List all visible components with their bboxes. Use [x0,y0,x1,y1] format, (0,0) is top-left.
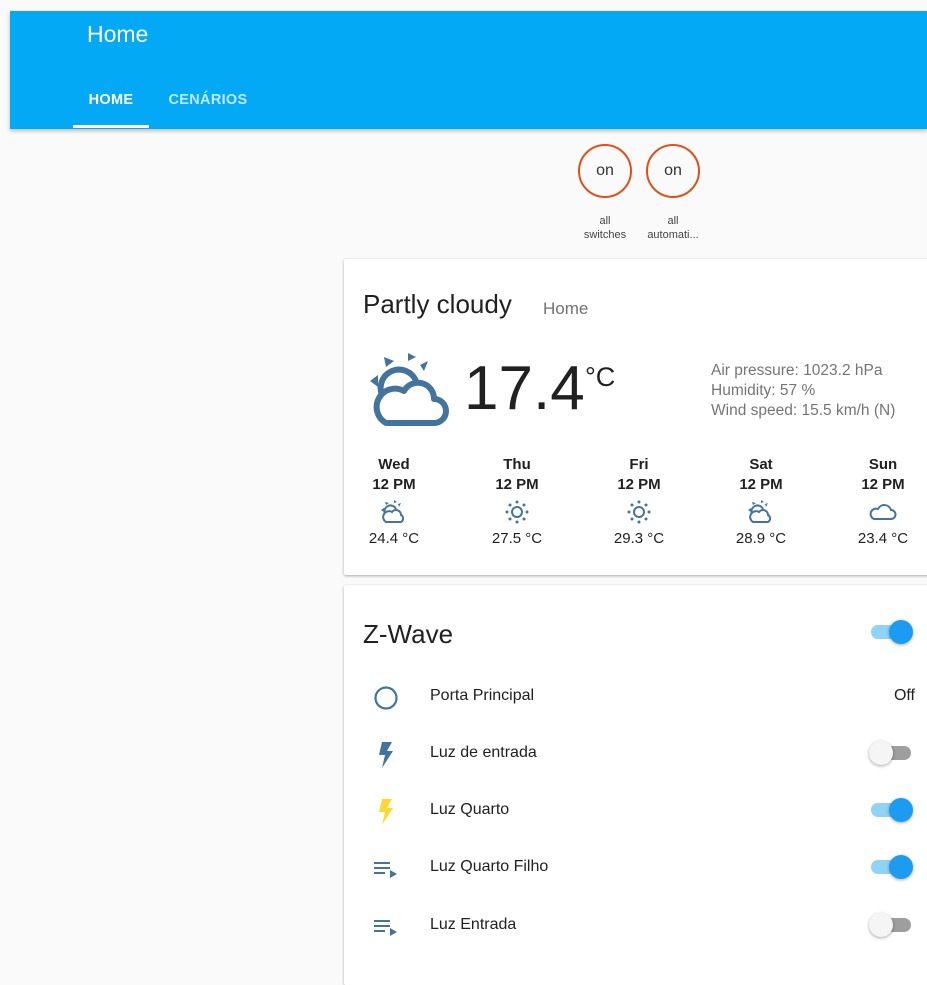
air-pressure: Air pressure: 1023.2 hPa [711,362,883,379]
weather-card[interactable]: Partly cloudy Home 17.4 °C Air pressure:… [344,259,927,575]
cloudy-icon [838,495,927,529]
circle-outline-icon [372,684,400,712]
entity-row[interactable]: Luz de entrada [344,733,927,773]
entity-row[interactable]: Luz Entrada [344,905,927,945]
tab-home[interactable]: HOME [73,92,149,129]
entity-name: Porta Principal [430,687,535,704]
badge-all-automations[interactable]: on all automati... [631,144,715,242]
entity-toggle[interactable] [869,739,915,767]
app-header: Home HOME CENÁRIOS [10,11,927,129]
entity-toggle[interactable] [869,911,915,939]
entity-name: Luz de entrada [430,744,537,761]
forecast-item: Thu 12 PM 27.5 °C [472,455,562,549]
forecast-item: Wed 12 PM 24.4 °C [349,455,439,549]
card-title: Z-Wave [363,619,454,649]
flash-icon [372,741,400,769]
entity-toggle[interactable] [869,853,915,881]
forecast-item: Fri 12 PM 29.3 °C [594,455,684,549]
playlist-play-icon [372,855,400,883]
weather-condition: Partly cloudy [363,289,512,319]
group-toggle[interactable] [869,618,915,646]
wind-speed: Wind speed: 15.5 km/h (N) [711,402,896,419]
forecast-item: Sat 12 PM 28.9 °C [716,455,806,549]
entity-name: Luz Quarto Filho [430,858,549,875]
badge-circle: on [578,144,632,198]
sunny-icon [594,495,684,529]
tab-cenarios[interactable]: CENÁRIOS [158,92,258,129]
entity-toggle[interactable] [869,796,915,824]
entity-name: Luz Entrada [430,916,517,933]
zwave-card: Z-Wave Porta Principal Off Luz de entrad… [344,585,927,985]
temperature-unit: °C [585,362,616,392]
partly-cloudy-icon [716,495,806,529]
humidity: Humidity: 57 % [711,382,816,399]
weather-entity-name: Home [543,299,589,318]
partly-cloudy-icon [370,351,450,432]
flash-icon [372,798,400,826]
entity-name: Luz Quarto [430,801,510,818]
current-temperature: 17.4 [464,354,585,423]
entity-row[interactable]: Luz Quarto [344,790,927,830]
page-title: Home [87,21,149,47]
entity-state: Off [893,687,915,704]
badge-label: all automati... [647,215,699,241]
entity-row[interactable]: Porta Principal Off [344,676,927,716]
active-tab-indicator [73,125,149,128]
forecast-item: Sun 12 PM 23.4 °C [838,455,927,549]
partly-cloudy-icon [349,495,439,529]
entity-row[interactable]: Luz Quarto Filho [344,847,927,887]
playlist-play-icon [372,913,400,941]
badge-circle: on [646,144,700,198]
sunny-icon [472,495,562,529]
